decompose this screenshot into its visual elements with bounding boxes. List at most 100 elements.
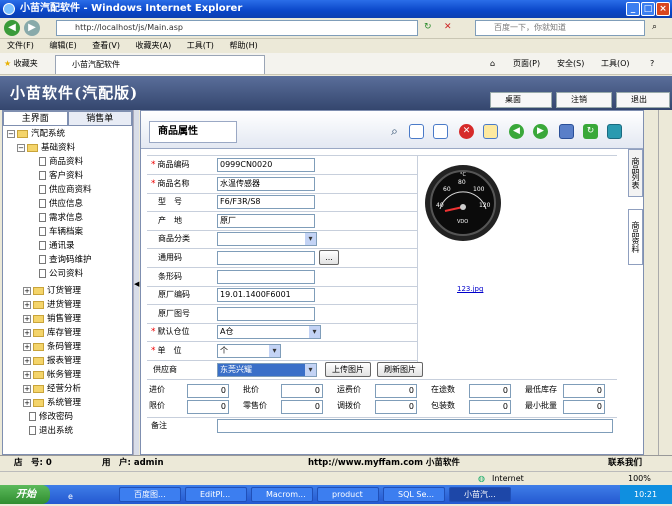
page-menu[interactable]: 页面(P) <box>513 57 540 71</box>
tree-item-demand-info[interactable]: 需求信息 <box>39 211 83 225</box>
menu-tools[interactable]: 工具(T) <box>187 41 214 50</box>
exit-tab[interactable]: 退出 <box>616 92 670 108</box>
search-input[interactable]: 百度一下，你就知道 <box>475 20 645 36</box>
tree-item-supply-info[interactable]: 供应信息 <box>39 197 83 211</box>
field-input[interactable]: F6/F3R/S8 <box>217 195 315 210</box>
help-icon[interactable]: ? <box>650 57 654 71</box>
price-input[interactable]: 0 <box>469 400 511 414</box>
price-input[interactable]: 0 <box>563 384 605 398</box>
price-input[interactable]: 0 <box>281 400 323 414</box>
task-xiaomiao[interactable]: 小苗汽... <box>449 487 511 502</box>
tree-group-analysis[interactable]: + 经营分析 <box>23 382 81 396</box>
field-input[interactable]: 19.01.1400F6001 <box>217 288 315 303</box>
tree-group-orders[interactable]: + 订货管理 <box>23 284 81 298</box>
browser-tab[interactable]: 小苗汽配软件 <box>55 55 265 74</box>
field-input[interactable] <box>217 269 315 284</box>
refresh-icon[interactable]: ↻ <box>583 124 598 139</box>
logout-tab[interactable]: 注销 <box>556 92 612 108</box>
tree-change-password[interactable]: 修改密码 <box>29 410 73 424</box>
task-sqlserver[interactable]: SQL Se... <box>383 487 445 502</box>
field-input[interactable]: 个 <box>217 344 281 358</box>
task-product[interactable]: product <box>317 487 379 502</box>
tree-item-vehicles[interactable]: 车辆档案 <box>39 225 83 239</box>
minimize-button[interactable]: _ <box>626 2 640 16</box>
back-icon[interactable]: ◀ <box>4 20 20 36</box>
tab-product-info[interactable]: 商品资料 <box>628 209 643 265</box>
tree-item-customers[interactable]: 客户资料 <box>39 169 83 183</box>
new-doc-icon[interactable] <box>409 124 424 139</box>
field-input[interactable]: 水温传感器 <box>217 176 315 191</box>
tree-item-query-code[interactable]: 查询码维护 <box>39 253 92 267</box>
page-scrollbar[interactable] <box>658 110 672 455</box>
field-input[interactable]: 原厂 <box>217 213 315 228</box>
price-input[interactable]: 0 <box>281 384 323 398</box>
field-input[interactable] <box>217 232 317 247</box>
delete-icon[interactable]: ✕ <box>459 124 474 139</box>
lookup-button[interactable]: ... <box>319 250 339 265</box>
tree-group-purchase[interactable]: + 进货管理 <box>23 298 81 312</box>
start-button[interactable]: 开始 <box>0 485 50 504</box>
price-input[interactable]: 0 <box>563 400 605 414</box>
search-icon[interactable]: ⌕ <box>652 22 657 32</box>
contact-link[interactable]: 联系我们 <box>608 456 642 471</box>
zoom-level[interactable]: 100% <box>628 472 651 485</box>
ie-quicklaunch-icon[interactable]: e <box>68 487 73 506</box>
desktop-tab[interactable]: 桌面 <box>490 92 552 108</box>
field-input[interactable] <box>217 306 315 321</box>
remark-input[interactable] <box>217 419 613 433</box>
tree-group-reports[interactable]: + 报表管理 <box>23 354 81 368</box>
menu-view[interactable]: 查看(V) <box>92 41 120 50</box>
image-caption-link[interactable]: 123.jpg <box>457 285 483 293</box>
stop-icon[interactable]: ✕ <box>444 22 452 32</box>
favorites-button[interactable]: ★ 收藏夹 <box>4 57 38 71</box>
next-icon[interactable]: ▶ <box>533 124 548 139</box>
price-input[interactable]: 0 <box>375 400 417 414</box>
price-input[interactable]: 0 <box>187 400 229 414</box>
previous-icon[interactable]: ◀ <box>509 124 524 139</box>
forward-icon[interactable]: ▶ <box>24 20 40 36</box>
price-input[interactable]: 0 <box>469 384 511 398</box>
sidebar-splitter[interactable]: ◀ <box>133 110 139 455</box>
tree-item-contacts[interactable]: 通讯录 <box>39 239 75 253</box>
tree-item-products[interactable]: 商品资料 <box>39 155 83 169</box>
maximize-button[interactable]: □ <box>641 2 655 16</box>
tools-menu[interactable]: 工具(O) <box>601 57 630 71</box>
supplier-select[interactable]: 东莞兴耀 <box>217 363 317 377</box>
close-button[interactable]: × <box>656 2 670 16</box>
tree-item-company[interactable]: 公司资料 <box>39 267 83 281</box>
tree-group-barcode[interactable]: + 条码管理 <box>23 340 81 354</box>
address-input[interactable]: http://localhost/js/Main.asp <box>56 20 418 36</box>
tree-basic[interactable]: − 基础资料 <box>17 141 75 155</box>
tree-group-accounts[interactable]: + 帐务管理 <box>23 368 81 382</box>
fullscreen-icon[interactable] <box>607 124 622 139</box>
upload-image-button[interactable]: 上传图片 <box>325 362 371 377</box>
menu-edit[interactable]: 编辑(E) <box>49 41 76 50</box>
collapse-arrow-icon[interactable]: ◀ <box>134 280 139 288</box>
tab-sales[interactable]: 销售单 <box>67 111 132 126</box>
safety-menu[interactable]: 安全(S) <box>557 57 584 71</box>
tree-item-suppliers[interactable]: 供应商资料 <box>39 183 92 197</box>
task-baidu[interactable]: 百度图... <box>119 487 181 502</box>
price-input[interactable]: 0 <box>187 384 229 398</box>
task-macromedia[interactable]: Macrom... <box>251 487 313 502</box>
list-icon[interactable] <box>483 124 498 139</box>
save-icon[interactable] <box>559 124 574 139</box>
menu-file[interactable]: 文件(F) <box>7 41 34 50</box>
field-input[interactable]: A仓 <box>217 325 321 340</box>
refresh-image-button[interactable]: 刷新图片 <box>377 362 423 377</box>
tree-root[interactable]: − 汽配系统 <box>7 127 65 141</box>
search-icon[interactable]: ⌕ <box>387 124 402 139</box>
price-input[interactable]: 0 <box>375 384 417 398</box>
task-editplus[interactable]: EditPl... <box>185 487 247 502</box>
tree-group-sales[interactable]: + 销售管理 <box>23 312 81 326</box>
field-input[interactable] <box>217 251 315 265</box>
menu-favorites[interactable]: 收藏夹(A) <box>136 41 172 50</box>
tab-main[interactable]: 主界面 <box>3 111 68 126</box>
tree-group-system[interactable]: + 系统管理 <box>23 396 81 410</box>
refresh-icon[interactable]: ↻ <box>424 22 432 32</box>
tree-exit-system[interactable]: 退出系统 <box>29 424 73 438</box>
site-link[interactable]: http://www.myffam.com 小苗软件 <box>308 456 460 471</box>
home-icon[interactable]: ⌂ <box>490 57 495 71</box>
tab-product-list[interactable]: 商品列表 <box>628 149 643 197</box>
menu-help[interactable]: 帮助(H) <box>229 41 257 50</box>
